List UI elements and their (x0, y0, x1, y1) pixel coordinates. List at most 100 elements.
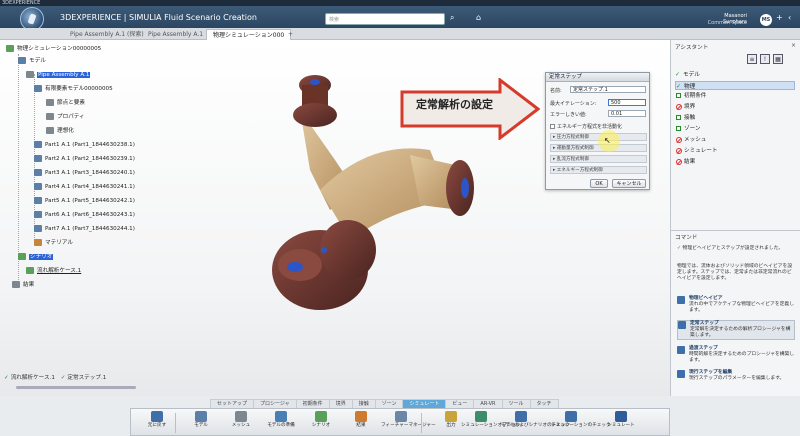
error-threshold-label: エラーしきい値: (550, 112, 587, 118)
tree-material[interactable]: マテリアル (34, 238, 73, 248)
toolbar-button[interactable]: 結果 (341, 411, 381, 435)
toolbar-button[interactable]: シナリオ (301, 411, 341, 435)
section-turbulence[interactable]: ▸ 乱流方程式制御 (550, 155, 647, 163)
part-icon (34, 141, 42, 148)
tree-part[interactable]: Part7 A.1 (Part7_1844630244.1) (34, 224, 135, 234)
category-tab[interactable]: 接触 (351, 399, 376, 408)
toolbar-button[interactable]: 元に戻す (137, 411, 177, 435)
share-icon[interactable]: ‹ (788, 13, 791, 22)
tab-explore[interactable]: Pipe Assembly A.1 (探索) (64, 29, 150, 40)
toolbar-button[interactable]: シミュレーションのチェック (551, 411, 611, 435)
toolbar-icon (515, 411, 527, 422)
error-threshold-field[interactable]: 0.01 (608, 110, 646, 117)
name-field[interactable]: 定常ステップ.1 (570, 86, 646, 93)
search-icon[interactable]: ⌕ (450, 13, 454, 23)
tree-part[interactable]: Part3 A.1 (Part3_1844630240.1) (34, 168, 135, 178)
tab-assembly[interactable]: Pipe Assembly A.1 (142, 29, 209, 40)
energy-equation-checkbox[interactable]: エネルギー方程式を非活動化 (550, 123, 622, 130)
category-tab[interactable]: ビュー (445, 399, 475, 408)
material-icon (34, 239, 42, 246)
tab-physics-simulation[interactable]: 物理シミュレーション000 (206, 29, 292, 40)
status-steady-step[interactable]: 定常ステップ.1 (67, 375, 106, 381)
toolbar-label: シミュレート (607, 423, 635, 428)
tree-assembly[interactable]: Pipe Assembly A.1 (26, 70, 91, 80)
ok-button[interactable]: OK (590, 179, 608, 188)
avatar[interactable]: MS (760, 14, 772, 26)
toolbar-button[interactable]: モデル (181, 411, 221, 435)
category-tab[interactable]: プロシージャ (253, 399, 297, 408)
add-icon[interactable]: + (776, 13, 783, 22)
assistant-item-contact[interactable]: 接触 (675, 114, 795, 123)
toolbar-button[interactable]: モデルおよびシナリオのチェック (501, 411, 570, 435)
collab-space[interactable]: Common Space (705, 20, 747, 26)
horizontal-scrollbar[interactable] (16, 386, 136, 389)
assistant-item-initial[interactable]: 初期条件 (675, 92, 795, 101)
required-icon (676, 103, 682, 110)
tree-part[interactable]: Part5 A.1 (Part5_1844630242.1) (34, 196, 135, 206)
assistant-item-mesh[interactable]: メッシュ (675, 136, 795, 145)
section-energy[interactable]: ▸ エネルギー方程式制御 (550, 166, 647, 174)
toolbar-button[interactable]: シミュレーションオプション (461, 411, 521, 435)
max-iterations-field[interactable]: 500 (608, 99, 646, 106)
simulation-icon (6, 45, 14, 52)
assembly-icon (26, 71, 34, 78)
assistant-item-zone[interactable]: ゾーン (675, 125, 795, 134)
toolbar-button[interactable]: フィーチャーマネージャー (381, 411, 436, 435)
tree-idealization[interactable]: 理想化 (46, 126, 74, 136)
category-tab[interactable]: ツール (501, 399, 531, 408)
tree-fem[interactable]: 有限要素モデル00000005 (34, 84, 113, 94)
warning-icon[interactable]: ! (760, 54, 770, 64)
new-tab-button[interactable]: + (282, 29, 299, 40)
assistant-item-simulate[interactable]: シミュレート (675, 147, 795, 156)
tree-part[interactable]: Part2 A.1 (Part2_1844630239.1) (34, 154, 135, 164)
tree-scenario[interactable]: シナリオ (18, 252, 54, 262)
toolbar-icon (195, 411, 207, 422)
search-input[interactable]: 検索 (325, 13, 445, 25)
toolbar-icon (315, 411, 327, 422)
category-tab[interactable]: AR-VR (473, 399, 503, 408)
close-icon[interactable]: × (791, 42, 796, 49)
category-tab[interactable]: シミュレート (402, 399, 447, 408)
tree-model[interactable]: モデル (18, 56, 46, 66)
annotation-text: 定常解析の設定 (416, 98, 493, 111)
command-physics-behavior[interactable]: 物理ビヘイビア 流れの中でアクティブな物理ビヘイビアを定義します。 (677, 296, 795, 314)
grid-view-icon[interactable]: ▦ (773, 54, 783, 64)
action-bar-categories: セットアップ プロシージャ 初期条件 境界 接触 ゾーン シミュレート ビュー AR-VR ツール… (210, 399, 559, 408)
cancel-button[interactable]: キャンセル (612, 179, 646, 188)
tree-flow-case[interactable]: 流れ解析ケース.1 (26, 266, 81, 276)
tree-part[interactable]: Part1 A.1 (Part1_1844630238.1) (34, 140, 135, 150)
command-steady-step[interactable]: 定常ステップ 定常解を決定するための解析プロシージャを構築します。 (677, 320, 795, 340)
tag-icon[interactable]: ⌂ (476, 13, 481, 22)
assistant-item-model[interactable]: ✓ モデル (675, 70, 795, 79)
toolbar-button[interactable]: モデルの準備 (261, 411, 301, 435)
tree-results[interactable]: 結果 (12, 280, 34, 290)
name-label: 名前: (550, 88, 562, 94)
command-transient-step[interactable]: 過渡ステップ 時間的解を決定するためのプロシージャを構築します。 (677, 346, 795, 364)
flow-case-icon (26, 267, 34, 274)
category-tab[interactable]: ゾーン (374, 399, 404, 408)
toolbar-label: モデルおよびシナリオのチェック (501, 423, 570, 428)
tree-properties[interactable]: プロパティ (46, 112, 85, 122)
assistant-item-results[interactable]: 結果 (675, 158, 795, 167)
tree-part[interactable]: Part4 A.1 (Part4_1844630241.1) (34, 182, 135, 192)
assistant-item-boundary[interactable]: 境界 (675, 103, 795, 112)
tree-root[interactable]: 物理シミュレーション00000005 (6, 44, 101, 54)
part-icon (34, 225, 42, 232)
list-view-icon[interactable]: ≡ (747, 54, 757, 64)
toolbar-button[interactable]: シミュレート (601, 411, 641, 435)
commands-note: ✓ 物理ビヘイビアとステップが設定されました。 (677, 246, 784, 251)
nodes-icon (46, 99, 54, 106)
category-tab[interactable]: 境界 (328, 399, 353, 408)
category-tab[interactable]: セットアップ (210, 399, 255, 408)
toolbar-button[interactable]: メッシュ (221, 411, 261, 435)
category-tab[interactable]: タッチ (529, 399, 559, 408)
commands-description: 物理では、流体およびソリッド領域のビヘイビアを設定します。ステップでは、定常また… (677, 264, 793, 281)
assistant-item-physics[interactable]: ✓ 物理 (675, 81, 795, 90)
tree-nodes[interactable]: 節点と要素 (46, 98, 85, 108)
category-tab[interactable]: 初期条件 (295, 399, 330, 408)
part-icon (34, 197, 42, 204)
optional-icon (676, 115, 681, 120)
status-flow-case[interactable]: 流れ解析ケース.1 (11, 375, 55, 381)
command-edit-step[interactable]: 現行ステップを編集 現行ステップのパラメーターを編集します。 (677, 370, 795, 382)
tree-part[interactable]: Part6 A.1 (Part6_1844630243.1) (34, 210, 135, 220)
